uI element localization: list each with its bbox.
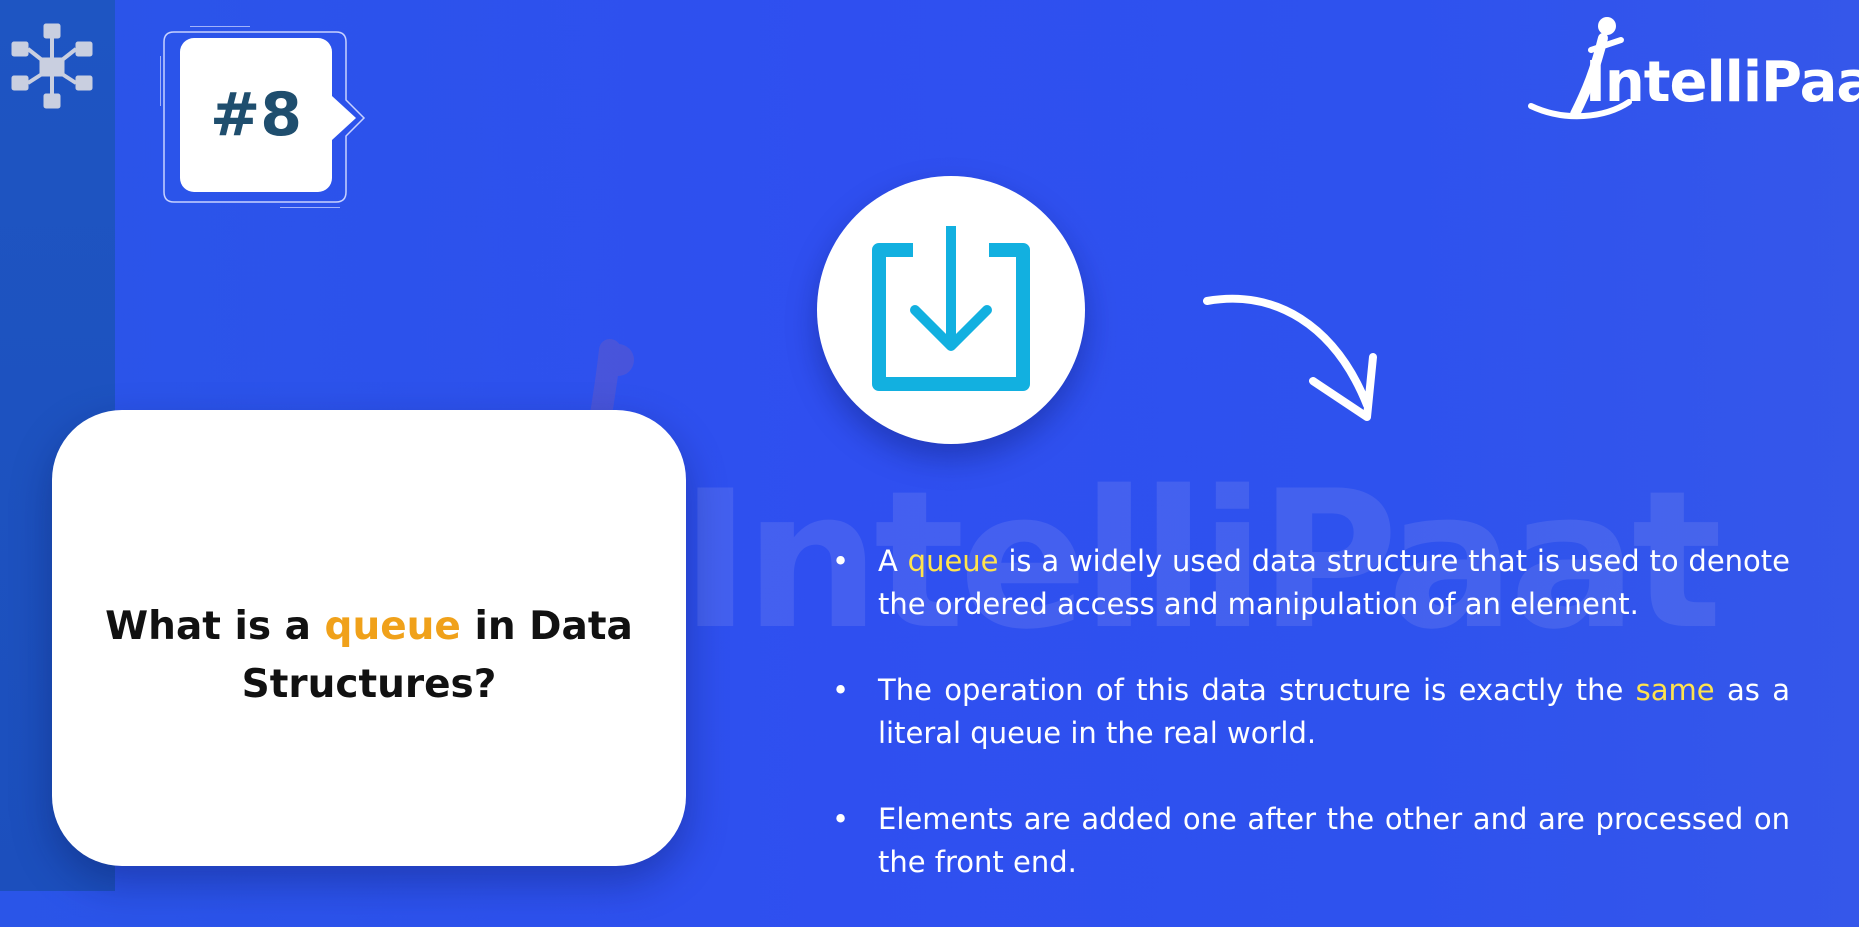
bullet-item: Elements are added one after the other a… [830, 798, 1790, 884]
curved-arrow-icon [1203, 294, 1377, 421]
question-text-start: What is a [105, 604, 325, 649]
logo-text: IntelliPaat [1585, 50, 1859, 115]
download-icon-circle [817, 176, 1085, 444]
bullet-highlight: same [1635, 673, 1715, 707]
bullet-text: is a widely used data structure that is … [878, 544, 1790, 621]
bullet-text: A [878, 544, 908, 578]
bullet-item: The operation of this data structure is … [830, 669, 1790, 755]
bullet-highlight: queue [907, 544, 999, 578]
bullet-text: The operation of this data structure is … [878, 673, 1636, 707]
intellipaat-logo: IntelliPaat [1525, 10, 1859, 128]
question-title: What is a queue in Data Structures? [82, 598, 656, 714]
bullet-text: Elements are added one after the other a… [878, 802, 1790, 879]
question-number-badge: #8 [160, 26, 370, 208]
network-nodes-icon [11, 23, 93, 109]
download-icon [872, 226, 1030, 391]
badge-card: #8 [180, 38, 332, 192]
question-highlight: queue [324, 604, 461, 649]
bullet-item: A queue is a widely used data structure … [830, 540, 1790, 626]
badge-label: #8 [209, 80, 303, 150]
answer-bullet-list: A queue is a widely used data structure … [830, 540, 1790, 927]
question-card: What is a queue in Data Structures? [52, 410, 686, 866]
